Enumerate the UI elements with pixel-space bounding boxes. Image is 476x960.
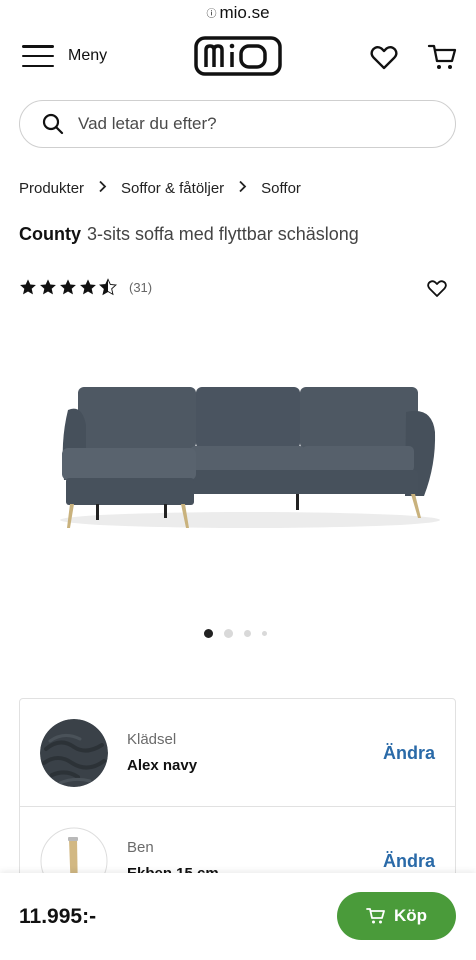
change-upholstery-button[interactable]: Ändra [383, 743, 435, 764]
breadcrumb-item-soffor[interactable]: Soffor [261, 180, 301, 197]
option-label: Ben [127, 839, 154, 856]
star-half-icon [99, 278, 117, 296]
fabric-swatch-icon [40, 719, 108, 787]
favorite-heart-icon[interactable] [426, 277, 448, 299]
carousel-dot-active[interactable] [204, 629, 213, 638]
product-price: 11.995:- [19, 905, 97, 928]
site-header: Meny [0, 30, 476, 86]
option-value: Alex navy [127, 757, 198, 774]
menu-label: Meny [68, 47, 108, 64]
search-input[interactable]: Vad letar du efter? [78, 114, 217, 134]
review-count[interactable]: (31) [129, 280, 152, 295]
cart-icon[interactable] [427, 42, 457, 72]
breadcrumb-item-soffor-fatoljer[interactable]: Soffor & fåtöljer [121, 180, 224, 197]
option-label: Klädsel [127, 731, 177, 748]
buy-button[interactable]: Köp [337, 892, 456, 940]
cart-icon [366, 908, 385, 924]
info-icon: ⓘ [206, 8, 217, 20]
search-icon [42, 113, 64, 135]
url-bar[interactable]: ⓘ mio.se [0, 0, 476, 26]
option-upholstery[interactable]: Klädsel Alex navy Ändra [20, 699, 455, 807]
mio-logo[interactable] [194, 36, 282, 76]
change-legs-button[interactable]: Ändra [383, 851, 435, 872]
product-rating[interactable]: (31) [19, 278, 152, 296]
url-text: mio.se [219, 3, 270, 22]
image-carousel-dots[interactable] [204, 629, 278, 638]
menu-button[interactable]: Meny [22, 42, 107, 70]
product-image-sofa[interactable] [40, 370, 440, 540]
product-name: County [19, 224, 81, 244]
star-icon [60, 279, 76, 295]
product-title: County 3-sits soffa med flyttbar schäslon… [19, 224, 359, 245]
breadcrumb: Produkter Soffor & fåtöljer Soffor [19, 180, 301, 197]
breadcrumb-item-produkter[interactable]: Produkter [19, 180, 84, 197]
buy-button-label: Köp [393, 906, 428, 925]
carousel-dot[interactable] [262, 631, 267, 636]
star-icon [80, 279, 96, 295]
star-icon [40, 279, 56, 295]
hamburger-icon [22, 45, 54, 67]
heart-icon[interactable] [369, 42, 399, 72]
purchase-bar: 11.995:- Köp [0, 873, 476, 960]
star-icon [20, 279, 36, 295]
carousel-dot[interactable] [224, 629, 233, 638]
chevron-right-icon [98, 180, 107, 197]
carousel-dot[interactable] [244, 630, 251, 637]
chevron-right-icon [238, 180, 247, 197]
product-description: 3-sits soffa med flyttbar schäslong [87, 224, 359, 244]
search-box[interactable]: Vad letar du efter? [19, 100, 456, 148]
